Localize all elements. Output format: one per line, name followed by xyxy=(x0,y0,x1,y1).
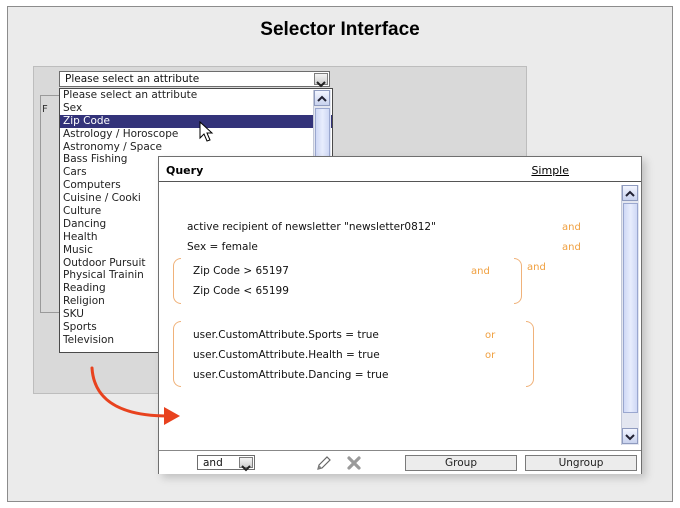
scroll-up-icon[interactable] xyxy=(622,185,638,201)
operator-and[interactable]: and xyxy=(562,242,581,253)
attribute-select-value: Please select an attribute xyxy=(65,73,200,85)
operator-and[interactable]: and xyxy=(527,262,546,273)
query-line-dancing[interactable]: user.CustomAttribute.Dancing = true xyxy=(193,369,388,381)
query-line-sex[interactable]: Sex = female xyxy=(187,241,258,253)
operator-select[interactable]: and xyxy=(197,455,255,472)
operator-and[interactable]: and xyxy=(562,222,581,233)
query-header: Query Simple xyxy=(159,157,641,182)
query-line-sports[interactable]: user.CustomAttribute.Sports = true xyxy=(193,329,379,341)
operator-or[interactable]: or xyxy=(485,350,495,361)
query-scroll-thumb[interactable] xyxy=(623,203,638,413)
query-footer: and Group Ungroup xyxy=(159,450,641,474)
ghost-label: F xyxy=(42,104,48,115)
dropdown-option-selected[interactable]: Zip Code xyxy=(60,114,332,128)
query-line-health[interactable]: user.CustomAttribute.Health = true xyxy=(193,349,380,361)
chevron-down-icon[interactable] xyxy=(239,457,253,472)
query-line-zip-lt[interactable]: Zip Code < 65199 xyxy=(193,285,289,297)
dropdown-option[interactable]: Astrology / Horoscope xyxy=(60,128,332,141)
group-button[interactable]: Group xyxy=(405,455,517,471)
attribute-select[interactable]: Please select an attribute xyxy=(59,71,330,88)
operator-select-value: and xyxy=(203,457,223,469)
curved-arrow-icon xyxy=(90,366,180,425)
ungroup-button[interactable]: Ungroup xyxy=(525,455,637,471)
dropdown-option[interactable]: Sex xyxy=(60,102,332,115)
simple-mode-link[interactable]: Simple xyxy=(531,164,569,177)
delete-x-icon[interactable] xyxy=(345,454,363,472)
scroll-down-icon[interactable] xyxy=(622,428,638,444)
operator-and[interactable]: and xyxy=(471,266,490,277)
group-brace-open xyxy=(173,258,181,304)
dropdown-option[interactable]: Please select an attribute xyxy=(60,89,332,102)
mouse-cursor-icon xyxy=(199,121,214,142)
scroll-up-icon[interactable] xyxy=(314,90,330,106)
query-panel: Query Simple active recipient of newslet… xyxy=(158,156,642,474)
dropdown-option[interactable]: Astronomy / Space xyxy=(60,141,332,154)
page-title: Selector Interface xyxy=(260,19,420,40)
operator-or[interactable]: or xyxy=(485,330,495,341)
group-brace-close xyxy=(514,258,522,304)
query-line-newsletter[interactable]: active recipient of newsletter "newslett… xyxy=(187,221,436,233)
group-brace-close xyxy=(526,321,534,387)
chevron-down-icon[interactable] xyxy=(314,73,328,88)
dropdown-scroll-thumb[interactable] xyxy=(315,108,330,158)
query-scrollbar[interactable] xyxy=(621,185,639,445)
query-line-zip-gt[interactable]: Zip Code > 65197 xyxy=(193,265,289,277)
query-title: Query xyxy=(166,164,204,177)
pencil-icon[interactable] xyxy=(315,454,333,472)
